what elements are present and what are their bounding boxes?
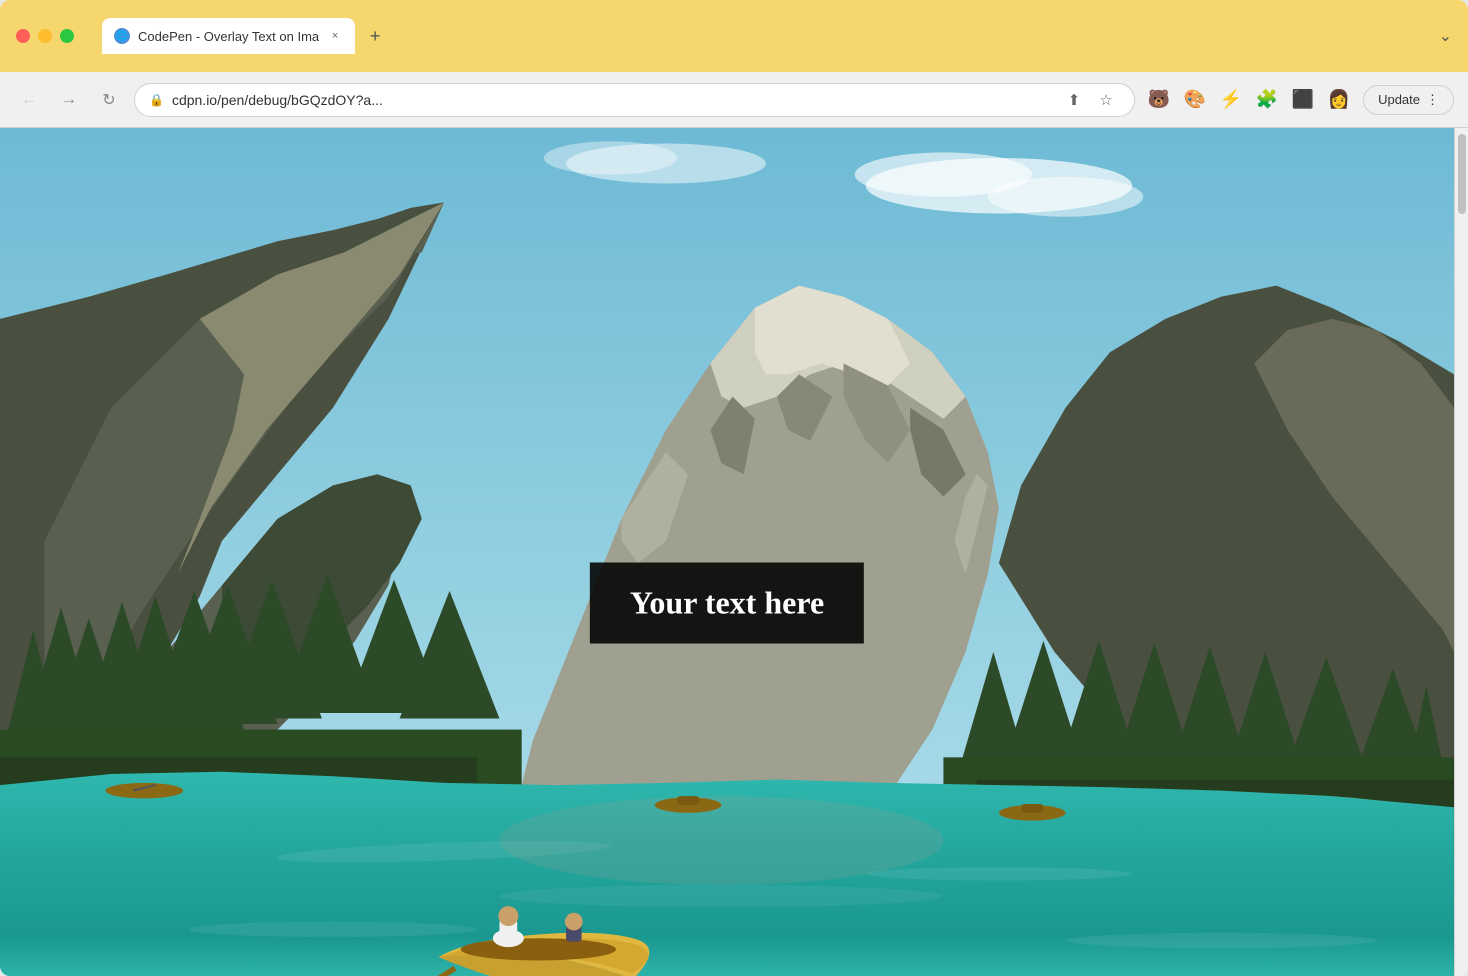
- tab-bar: 🌐 CodePen - Overlay Text on Ima × +: [102, 18, 1427, 54]
- browser-window: 🌐 CodePen - Overlay Text on Ima × + ⌄ ← …: [0, 0, 1468, 976]
- reload-button[interactable]: ↻: [94, 85, 124, 115]
- title-bar: 🌐 CodePen - Overlay Text on Ima × + ⌄: [0, 0, 1468, 72]
- url-actions: ⬆ ☆: [1060, 86, 1120, 114]
- tab-close-button[interactable]: ×: [327, 28, 343, 44]
- lock-icon: 🔒: [149, 93, 164, 107]
- content-area: Your text here: [0, 128, 1468, 976]
- minimize-button[interactable]: [38, 29, 52, 43]
- scrollbar[interactable]: [1454, 128, 1468, 976]
- color-extension-icon[interactable]: 🎨: [1181, 86, 1209, 114]
- new-tab-button[interactable]: +: [361, 22, 389, 50]
- forward-icon: →: [61, 91, 77, 109]
- traffic-lights: [16, 29, 74, 43]
- back-button[interactable]: ←: [14, 85, 44, 115]
- maximize-button[interactable]: [60, 29, 74, 43]
- avatar-extension-icon[interactable]: 👩: [1325, 86, 1353, 114]
- url-domain: cdpn.io/pen/debug/bGQzdOY?a...: [172, 92, 383, 108]
- puzzle-extension-icon[interactable]: 🧩: [1253, 86, 1281, 114]
- overlay-text-box: Your text here: [590, 562, 864, 643]
- overlay-text: Your text here: [630, 584, 824, 621]
- browser-extensions: 🐻 🎨 ⚡ 🧩 ⬛ 👩: [1145, 86, 1353, 114]
- sidebar-extension-icon[interactable]: ⬛: [1289, 86, 1317, 114]
- bear-extension-icon[interactable]: 🐻: [1145, 86, 1173, 114]
- tab-favicon-icon: 🌐: [114, 28, 130, 44]
- bookmark-button[interactable]: ☆: [1092, 86, 1120, 114]
- nav-bar: ← → ↻ 🔒 cdpn.io/pen/debug/bGQzdOY?a... ⬆…: [0, 72, 1468, 128]
- update-label: Update: [1378, 92, 1420, 107]
- update-button[interactable]: Update ⋮: [1363, 85, 1454, 115]
- tab-dropdown-button[interactable]: ⌄: [1439, 26, 1452, 46]
- back-icon: ←: [21, 91, 37, 109]
- scrollbar-thumb[interactable]: [1458, 134, 1466, 214]
- lightning-extension-icon[interactable]: ⚡: [1217, 86, 1245, 114]
- reload-icon: ↻: [102, 90, 115, 110]
- more-icon: ⋮: [1426, 92, 1439, 108]
- url-text: cdpn.io/pen/debug/bGQzdOY?a...: [172, 92, 1052, 108]
- close-button[interactable]: [16, 29, 30, 43]
- page-content: Your text here: [0, 128, 1454, 976]
- share-button[interactable]: ⬆: [1060, 86, 1088, 114]
- address-bar[interactable]: 🔒 cdpn.io/pen/debug/bGQzdOY?a... ⬆ ☆: [134, 83, 1135, 117]
- forward-button[interactable]: →: [54, 85, 84, 115]
- active-tab[interactable]: 🌐 CodePen - Overlay Text on Ima ×: [102, 18, 355, 54]
- tab-title: CodePen - Overlay Text on Ima: [138, 29, 319, 44]
- lake-scene-svg: [0, 128, 1454, 976]
